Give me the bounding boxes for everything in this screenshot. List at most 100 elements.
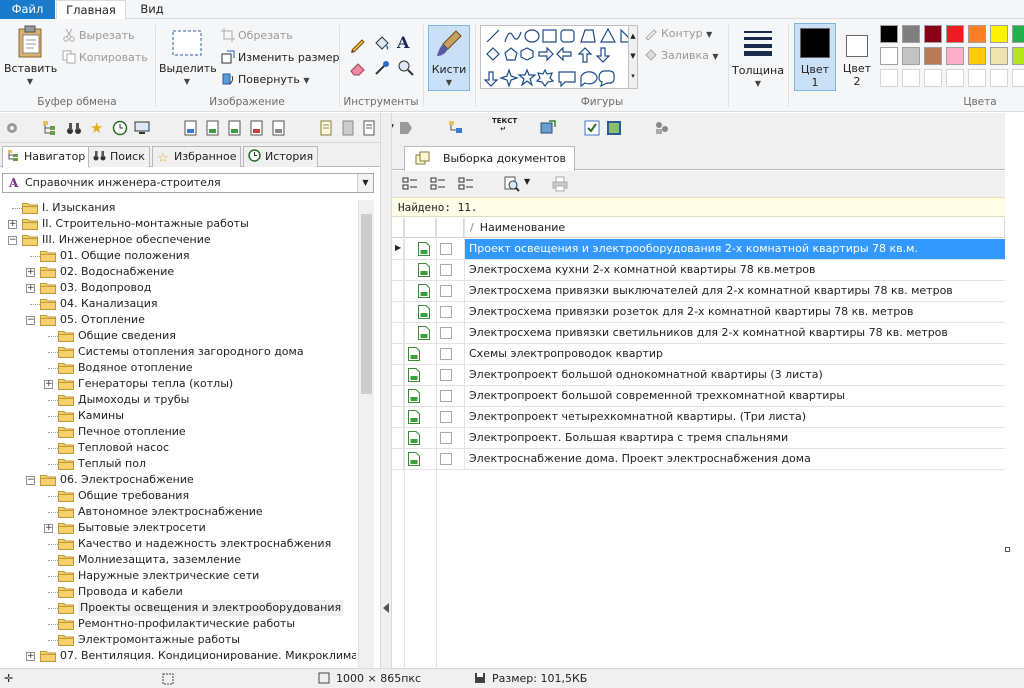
color-swatch[interactable] <box>1012 47 1024 65</box>
tree-item[interactable]: Электромонтажные работы <box>2 632 356 648</box>
zoom-icon[interactable] <box>504 176 520 192</box>
doc-green-icon[interactable] <box>204 120 220 136</box>
page-gray-icon[interactable] <box>398 120 414 136</box>
table-row[interactable]: Электропроект. Большая квартира с тремя … <box>392 428 1005 449</box>
collapse-icon[interactable]: − <box>26 476 35 485</box>
outline-button[interactable]: Контур ▼ <box>644 25 712 43</box>
color-swatch[interactable] <box>946 69 964 87</box>
crop-button[interactable]: Обрезать <box>221 27 293 45</box>
image-export-icon[interactable] <box>540 120 556 136</box>
table-row[interactable]: Электропроект большой однокомнатной квар… <box>392 365 1005 386</box>
tree-item[interactable]: +03. Водопровод <box>2 280 356 296</box>
color-swatch[interactable] <box>924 69 942 87</box>
checkbox-icon[interactable] <box>584 120 600 136</box>
tree-item[interactable]: Теплый пол <box>2 456 356 472</box>
tab-navigator[interactable]: Навигатор <box>2 146 91 168</box>
tree-item[interactable]: +07. Вентиляция. Кондиционирование. Микр… <box>2 648 356 664</box>
panel-splitter[interactable] <box>380 113 392 668</box>
list-view-icon[interactable] <box>402 176 418 192</box>
tree-item[interactable]: +02. Водоснабжение <box>2 264 356 280</box>
tab-favorites[interactable]: ☆ Избранное <box>152 146 242 167</box>
color-swatch[interactable] <box>1012 69 1024 87</box>
tree-item[interactable]: 04. Канализация <box>2 296 356 312</box>
expand-icon[interactable]: + <box>26 652 35 661</box>
chevron-down-icon[interactable]: ▼ <box>357 174 373 192</box>
row-checkbox[interactable] <box>440 348 452 360</box>
color-swatch[interactable] <box>924 25 942 43</box>
tree-item[interactable]: I. Изыскания <box>2 200 356 216</box>
table-row[interactable]: Электросхема привязки выключателей для 2… <box>392 281 1005 302</box>
tree-item[interactable]: Автономное электроснабжение <box>2 504 356 520</box>
tree-item[interactable]: Камины <box>2 408 356 424</box>
monitor-icon[interactable] <box>134 120 150 136</box>
tree-item[interactable]: Провода и кабели <box>2 584 356 600</box>
printer-icon[interactable] <box>552 176 568 192</box>
tree-item[interactable]: Проекты освещения и электрооборудования <box>2 600 356 616</box>
picture-icon[interactable] <box>606 120 622 136</box>
color-swatch[interactable] <box>880 47 898 65</box>
fill-bucket-icon[interactable] <box>373 35 391 53</box>
color1-button[interactable]: Цвет 1 <box>794 23 836 91</box>
color-swatch[interactable] <box>924 47 942 65</box>
doc-red-icon[interactable] <box>248 120 264 136</box>
collapse-icon[interactable]: − <box>26 316 35 325</box>
expand-icon[interactable]: + <box>44 380 53 389</box>
tree-item[interactable]: Молниезащита, заземление <box>2 552 356 568</box>
color-swatch[interactable] <box>902 47 920 65</box>
collapse-icon[interactable]: − <box>8 236 17 245</box>
tree-item[interactable]: Общие требования <box>2 488 356 504</box>
tree-item[interactable]: Тепловой насос <box>2 440 356 456</box>
color-swatch[interactable] <box>880 69 898 87</box>
brushes-button[interactable]: Кисти ▼ <box>428 25 470 91</box>
tree-item[interactable]: − III. Инженерное обеспечение <box>2 232 356 248</box>
tree-item[interactable]: Качество и надежность электроснабжения <box>2 536 356 552</box>
color-swatch[interactable] <box>968 47 986 65</box>
color-swatch[interactable] <box>990 47 1008 65</box>
tree-item[interactable]: Печное отопление <box>2 424 356 440</box>
text-transform-icon[interactable]: ТЕКСТ ↵ <box>492 117 517 133</box>
doc-green-icon[interactable] <box>226 120 242 136</box>
table-row[interactable]: Электросхема привязки светильников для 2… <box>392 323 1005 344</box>
grid-header-name[interactable]: / Наименование <box>464 218 1005 238</box>
expand-icon[interactable]: + <box>26 284 35 293</box>
table-row[interactable]: Схемы электропроводок квартир <box>392 344 1005 365</box>
row-checkbox[interactable] <box>440 306 452 318</box>
resize-handle[interactable] <box>1005 547 1010 552</box>
resize-button[interactable]: Изменить размер <box>221 49 340 67</box>
color-swatch[interactable] <box>946 25 964 43</box>
table-row[interactable]: Электроснабжение дома. Проект электросна… <box>392 449 1005 470</box>
row-checkbox[interactable] <box>440 243 452 255</box>
tab-home[interactable]: Главная <box>56 0 126 20</box>
row-checkbox[interactable] <box>440 411 452 423</box>
paste-button[interactable]: Вставить ▼ <box>4 25 57 88</box>
users-icon[interactable] <box>654 120 670 136</box>
row-checkbox[interactable] <box>440 285 452 297</box>
tree-item[interactable]: Наружные электрические сети <box>2 568 356 584</box>
document-icon[interactable] <box>318 120 334 136</box>
fill-button[interactable]: Заливка ▼ <box>644 47 719 65</box>
select-button[interactable]: Выделить ▼ <box>159 29 217 88</box>
tab-documents[interactable]: Выборка документов <box>404 146 575 171</box>
star-icon[interactable]: ★ <box>90 120 106 136</box>
pencil-icon[interactable] <box>349 35 367 53</box>
tab-view[interactable]: Вид <box>130 0 174 19</box>
tree-scrollbar[interactable] <box>358 200 374 668</box>
copy-button[interactable]: Копировать <box>62 49 148 67</box>
table-row[interactable]: ▶ Проект освещения и электрооборудования … <box>392 239 1005 260</box>
expand-icon[interactable]: + <box>8 220 17 229</box>
cut-button[interactable]: Вырезать <box>62 27 134 45</box>
expand-icon[interactable]: + <box>26 268 35 277</box>
magnifier-icon[interactable] <box>397 59 415 77</box>
color-swatch[interactable] <box>968 69 986 87</box>
row-checkbox[interactable] <box>440 432 452 444</box>
tab-file[interactable]: Файл <box>0 0 55 19</box>
color-swatch[interactable] <box>902 69 920 87</box>
table-row[interactable]: Электросхема кухни 2-х комнатной квартир… <box>392 260 1005 281</box>
expand-icon[interactable]: + <box>44 524 53 533</box>
table-row[interactable]: Электросхема привязки розеток для 2-х ко… <box>392 302 1005 323</box>
row-checkbox[interactable] <box>440 327 452 339</box>
color-swatch[interactable] <box>880 25 898 43</box>
binoculars-icon[interactable] <box>66 120 82 136</box>
text-tool-icon[interactable]: A <box>397 33 409 52</box>
tree-item[interactable]: Ремонтно-профилактические работы <box>2 616 356 632</box>
